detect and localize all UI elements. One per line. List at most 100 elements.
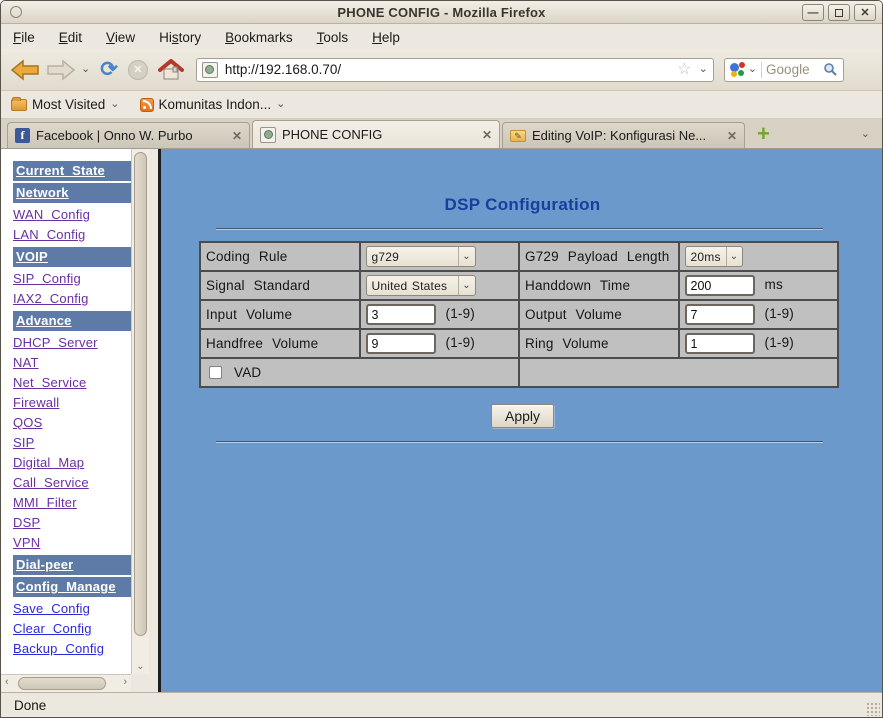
sidebar-item-dhcp-server[interactable]: DHCP Server [13,333,98,353]
sidebar-item-wan-config[interactable]: WAN Config [13,205,90,225]
handdown-time-input[interactable] [685,275,755,296]
table-row: Handfree Volume (1-9) Ring Volume (1-9) [200,329,838,358]
vad-checkbox[interactable] [209,366,222,379]
home-icon [158,59,184,81]
sidebar-item-dsp[interactable]: DSP [13,513,40,533]
menu-bookmarks[interactable]: Bookmarks [225,30,293,45]
resize-grip[interactable] [866,702,880,716]
scroll-left-icon[interactable]: ‹ [5,676,9,688]
sidebar-item-sip[interactable]: SIP [13,433,35,453]
table-row: Input Volume (1-9) Output Volume (1-9) [200,300,838,329]
menu-edit[interactable]: Edit [59,30,82,45]
back-forward-dropdown[interactable]: ⌄ [81,64,90,75]
sidebar-item-lan-config[interactable]: LAN Config [13,225,85,245]
frame-divider[interactable] [149,149,161,692]
menu-file[interactable]: File [13,30,35,45]
list-all-tabs-icon[interactable]: ⌄ [861,129,870,140]
menu-history[interactable]: History [159,30,201,45]
scroll-down-icon[interactable]: ⌄ [132,661,149,672]
bookmarks-toolbar: Most Visited ⌄ Komunitas Indon... ⌄ [1,91,882,119]
menu-tools[interactable]: Tools [317,30,349,45]
menu-view[interactable]: View [106,30,135,45]
coding-rule-select[interactable]: g729⌄ [366,246,476,267]
sidebar-item-firewall[interactable]: Firewall [13,393,59,413]
apply-button[interactable]: Apply [491,404,554,428]
chevron-down-icon: ⌄ [458,247,475,266]
sidebar-item-mmi-filter[interactable]: MMI Filter [13,493,77,513]
search-icon[interactable] [823,62,838,77]
page-title: DSP Configuration [161,195,883,215]
sidebar-item-iax2-config[interactable]: IAX2 Config [13,289,89,309]
sidebar-item-net-service[interactable]: Net Service [13,373,86,393]
output-volume-label: Output Volume [519,300,679,329]
sidebar-item-advance[interactable]: Advance [13,311,131,331]
tab-close-icon[interactable]: ✕ [232,129,242,143]
google-engine-icon[interactable] [730,62,745,77]
sidebar-item-current-state[interactable]: Current State [13,161,131,181]
g729-payload-select[interactable]: 20ms⌄ [685,246,743,267]
handfree-volume-input[interactable] [366,333,436,354]
sidebar-item-dial-peer[interactable]: Dial-peer [13,555,131,575]
scrollbar-corner [131,674,149,692]
sidebar-item-backup-config[interactable]: Backup Config [13,639,104,659]
scrollbar-thumb[interactable] [134,152,147,636]
sidebar-vertical-scrollbar[interactable]: ⌄ [131,149,149,674]
sidebar-item-digital-map[interactable]: Digital Map [13,453,84,473]
sidebar-item-sip-config[interactable]: SIP Config [13,269,81,289]
sidebar-item-call-service[interactable]: Call Service [13,473,89,493]
title-bar[interactable]: PHONE CONFIG - Mozilla Firefox — ✕ [1,1,882,24]
main-frame: DSP Configuration Coding Rule g729⌄ G729… [161,149,883,692]
search-engine-dropdown[interactable]: ⌄ [748,64,757,75]
coding-rule-label: Coding Rule [200,242,360,271]
tab-facebook[interactable]: f Facebook | Onno W. Purbo ✕ [7,122,250,148]
sidebar-frame: Current StateNetworkWAN ConfigLAN Config… [1,149,149,692]
sidebar-item-nat[interactable]: NAT [13,353,39,373]
sidebar-item-clear-config[interactable]: Clear Config [13,619,92,639]
sidebar-item-save-config[interactable]: Save Config [13,599,90,619]
sidebar-horizontal-scrollbar[interactable]: ‹ › [1,674,131,692]
sidebar-item-qos[interactable]: QOS [13,413,43,433]
url-dropdown-icon[interactable]: ⌄ [699,64,708,75]
stop-button[interactable]: ✕ [128,60,148,80]
input-volume-label: Input Volume [200,300,360,329]
scroll-right-icon[interactable]: › [123,676,127,688]
input-volume-input[interactable] [366,304,436,325]
search-box[interactable]: ⌄ [724,58,844,82]
new-tab-button[interactable]: + [757,123,770,145]
menu-bar: File Edit View History Bookmarks Tools H… [1,25,882,49]
signal-standard-select[interactable]: United States⌄ [366,275,476,296]
maximize-button[interactable] [828,4,850,21]
forward-button[interactable] [45,58,77,82]
navigation-toolbar: ⌄ ⟳ ✕ ☆ ⌄ ⌄ [1,49,882,91]
bookmark-komunitas[interactable]: Komunitas Indon... ⌄ [140,97,286,112]
chevron-down-icon: ⌄ [458,276,475,295]
tab-close-icon[interactable]: ✕ [727,129,737,143]
home-button[interactable] [158,59,184,81]
browser-window: PHONE CONFIG - Mozilla Firefox — ✕ File … [0,0,883,718]
chevron-down-icon: ⌄ [276,99,285,110]
tab-phone-config[interactable]: PHONE CONFIG ✕ [252,120,500,148]
sidebar-item-network[interactable]: Network [13,183,131,203]
tab-editing-voip[interactable]: ✎ Editing VoIP: Konfigurasi Ne... ✕ [502,122,745,148]
site-favicon [202,62,218,78]
scrollbar-thumb[interactable] [18,677,106,690]
search-input[interactable] [766,62,823,77]
bookmark-most-visited[interactable]: Most Visited ⌄ [11,97,120,112]
url-input[interactable] [225,62,677,77]
bookmark-star-icon[interactable]: ☆ [677,62,691,78]
ring-volume-label: Ring Volume [519,329,679,358]
sidebar-item-vpn[interactable]: VPN [13,533,40,553]
url-bar[interactable]: ☆ ⌄ [196,58,714,82]
tab-close-icon[interactable]: ✕ [482,128,492,142]
back-button[interactable] [9,58,41,82]
reload-button[interactable]: ⟳ [100,57,118,82]
close-button[interactable]: ✕ [854,4,876,21]
output-volume-input[interactable] [685,304,755,325]
table-row: VAD [200,358,838,387]
status-bar: Done [1,692,882,718]
menu-help[interactable]: Help [372,30,400,45]
minimize-button[interactable]: — [802,4,824,21]
sidebar-item-voip[interactable]: VOIP [13,247,131,267]
ring-volume-input[interactable] [685,333,755,354]
sidebar-item-config-manage[interactable]: Config Manage [13,577,131,597]
